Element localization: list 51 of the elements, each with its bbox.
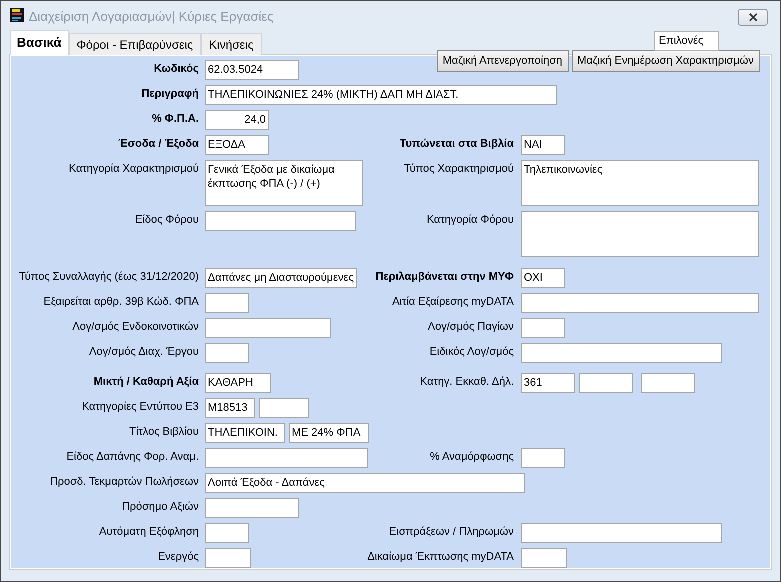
input-field[interactable]: ΟΧΙ xyxy=(521,268,565,288)
field-label: Τύπος Χαρακτηρισμού xyxy=(403,162,515,175)
field-label: Ειδικός Λογ/σμός xyxy=(428,345,515,358)
input-field[interactable]: Δαπάνες μη Διασταυρούμενες xyxy=(205,268,358,288)
field-label: Είδος Φόρου xyxy=(134,213,200,226)
field-label: Είδος Δαπάνης Φορ. Αναμ. xyxy=(66,450,200,463)
input-field[interactable]: Μ18513 xyxy=(205,398,255,418)
field-label: Προσδ. Τεκμαρτών Πωλήσεων xyxy=(49,475,200,488)
input-field[interactable]: Λοιπά Έξοδα - Δαπάνες xyxy=(205,473,525,493)
field-label: Περιγραφή xyxy=(140,87,200,100)
field-label: Κατηγορίες Εντύπου Ε3 xyxy=(81,400,200,413)
field-label: Λογ/σμός Παγίων xyxy=(427,320,515,333)
input-field[interactable]: 361 xyxy=(521,373,575,393)
field-label: Τύπος Συναλλαγής (έως 31/12/2020) xyxy=(18,270,200,283)
input-field[interactable]: ΤΗΛΕΠΙΚΟΙΝ. xyxy=(205,423,285,443)
action-button[interactable]: Μαζική Απενεργοποίηση xyxy=(436,50,568,72)
field-label: % Αναμόρφωσης xyxy=(429,450,515,463)
tab[interactable]: Βασικά xyxy=(10,30,69,55)
field-label: Ενεργός xyxy=(157,550,200,563)
action-button[interactable]: Μαζική Ενημέρωση Χαρακτηρισμών xyxy=(572,50,760,72)
field-label: Αυτόματη Εξόφληση xyxy=(98,525,200,538)
field-label: Κωδικός xyxy=(153,62,200,75)
input-field[interactable]: ΝΑΙ xyxy=(521,135,565,155)
field-label: Κατηγ. Εκκαθ. Δήλ. xyxy=(419,375,515,388)
input-field[interactable]: ΜΕ 24% ΦΠΑ xyxy=(289,423,369,443)
field-label: Εξαιρείται αρθρ. 39β Κώδ. ΦΠΑ xyxy=(42,295,200,308)
field-label: Κατηγορία Φόρου xyxy=(426,213,515,226)
input-field[interactable]: 62.03.5024 xyxy=(205,60,299,80)
input-field[interactable]: ΚΑΘΑΡΗ xyxy=(205,373,271,393)
tab[interactable]: Φόροι - Επιβαρύνσεις xyxy=(68,33,202,55)
field-label: Μικτή / Καθαρή Αξία xyxy=(92,375,200,388)
text-area[interactable]: Τηλεπικοινωνίες xyxy=(521,160,759,206)
input-field[interactable]: 24,0 xyxy=(205,110,269,130)
field-label: Τίτλος Βιβλίου xyxy=(128,425,200,438)
input-field[interactable]: ΕΞΟΔΑ xyxy=(205,135,269,155)
field-label: Δικαίωμα Έκπτωσης myDATA xyxy=(366,550,515,563)
field-label: Λογ/σμός Ενδοκοινοτικών xyxy=(72,320,200,333)
options-field[interactable]: Επιλονές xyxy=(654,31,719,51)
field-label: Αιτία Εξαίρεσης myDATA xyxy=(391,295,515,308)
field-label: Κατηγορία Χαρακτηρισμού xyxy=(68,162,200,175)
field-label: Λογ/σμός Διαχ. Έργου xyxy=(88,345,200,358)
field-label: Τυπώνεται στα Βιβλία xyxy=(398,137,515,150)
field-label: % Φ.Π.Α. xyxy=(151,112,200,125)
field-label: Πρόσημο Αξιών xyxy=(121,500,200,513)
tab[interactable]: Κινήσεις xyxy=(201,33,262,55)
window-title: Διαχείριση Λογαριασμών| Κύριες Εργασίες xyxy=(29,8,275,24)
field-label: Περιλαμβάνεται στην ΜΥΦ xyxy=(374,270,515,283)
text-area[interactable]: Γενικά Έξοδα με δικαίωμα έκπτωσης ΦΠΑ (-) / (+) xyxy=(205,160,363,206)
field-label: Εισπράξεων / Πληρωμών xyxy=(388,525,515,538)
input-field[interactable]: ΤΗΛΕΠΙΚΟΙΝΩΝΙΕΣ 24% (ΜΙΚΤΗ) ΔΑΠ ΜΗ ΔΙΑΣΤ. xyxy=(205,85,557,105)
field-label: Έσοδα / Έξοδα xyxy=(117,137,200,150)
